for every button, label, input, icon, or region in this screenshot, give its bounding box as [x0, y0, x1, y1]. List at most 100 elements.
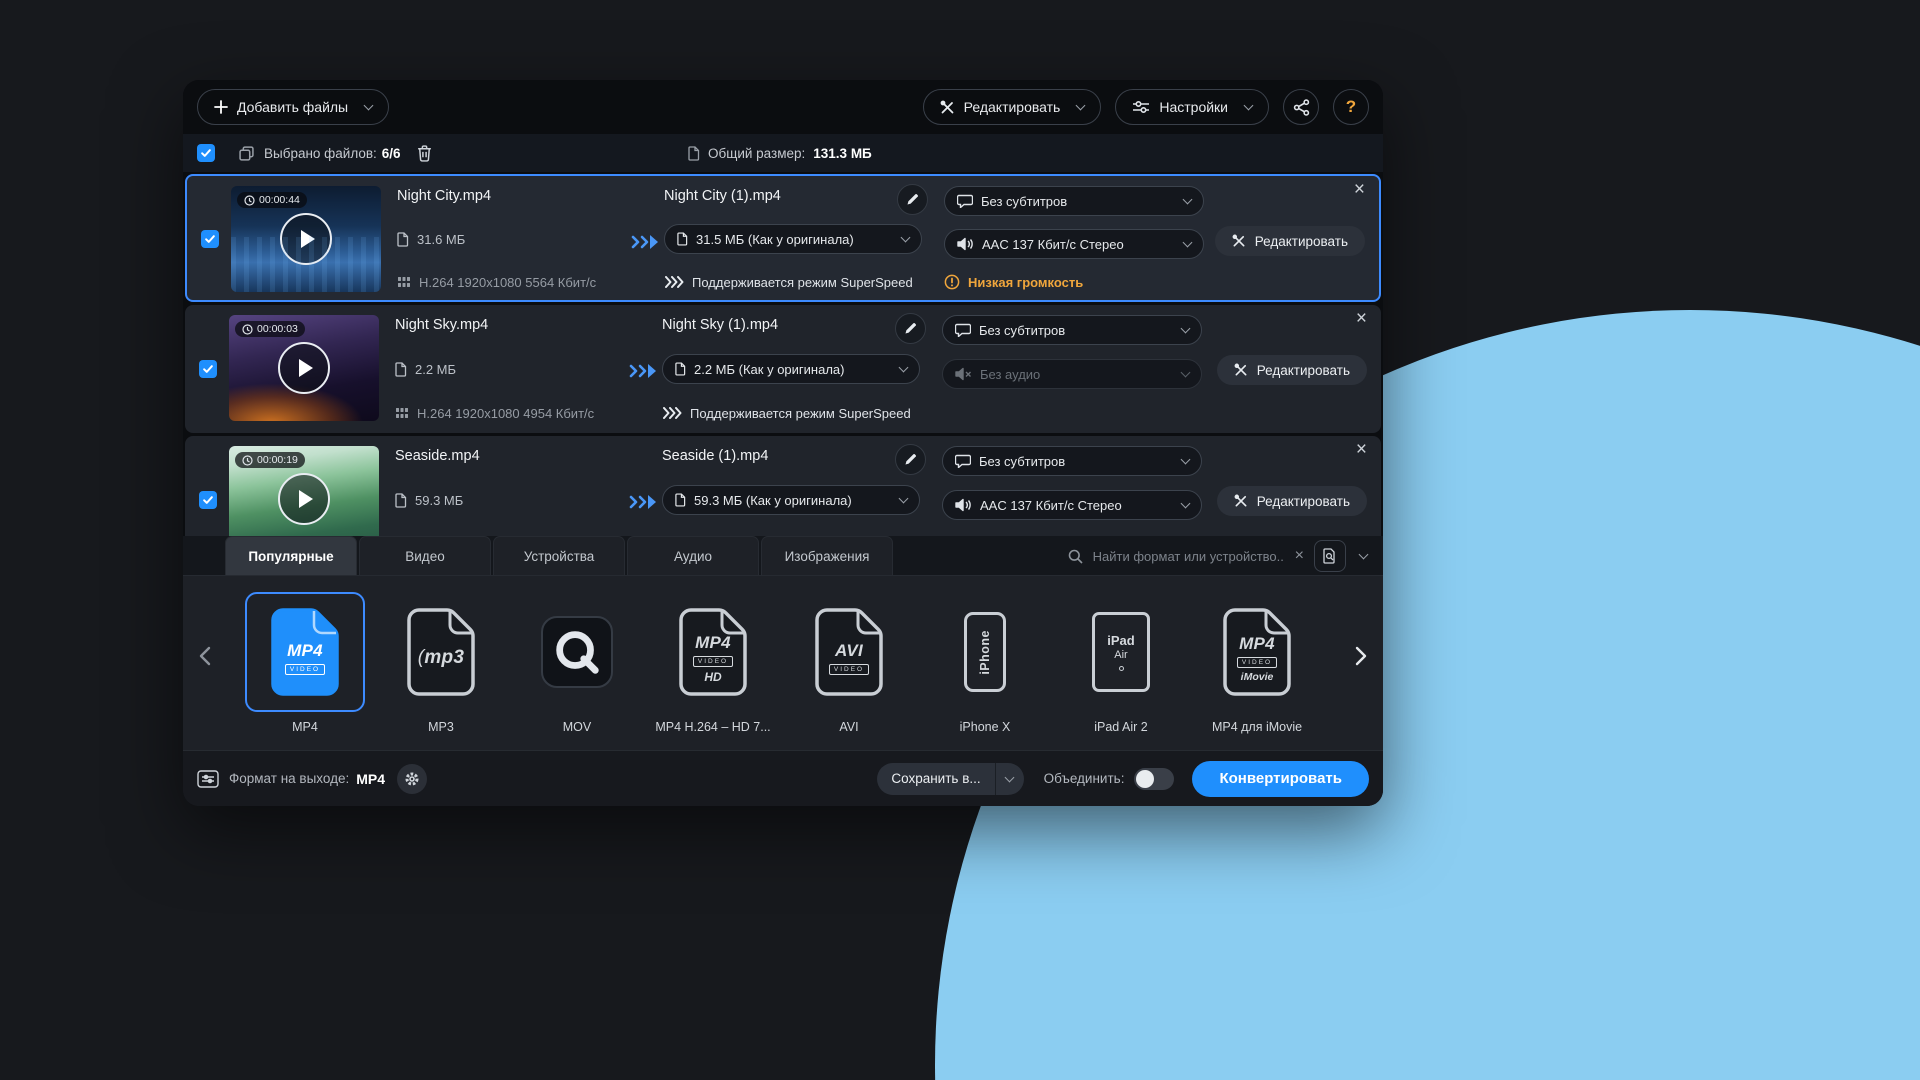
tab-video[interactable]: Видео [359, 536, 491, 575]
play-button[interactable] [278, 473, 330, 525]
edit-tools-icon [940, 100, 955, 115]
superspeed-note: Поддерживается режим SuperSpeed [662, 403, 936, 423]
clear-search-button[interactable]: × [1295, 548, 1304, 564]
mp4-hd-format-icon: MP4 VIDEO HD [675, 606, 751, 698]
tab-audio[interactable]: Аудио [627, 536, 759, 575]
chevron-down-icon [1180, 323, 1191, 334]
clock-icon [242, 454, 253, 466]
rename-button[interactable] [895, 444, 926, 475]
quicktime-icon [541, 616, 613, 688]
clock-icon [242, 323, 253, 335]
toolbar-right-group: Редактировать Настройки ? [922, 89, 1369, 125]
chevron-down-icon [363, 100, 374, 111]
share-button[interactable] [1283, 89, 1319, 125]
tab-images[interactable]: Изображения [761, 536, 893, 575]
help-button[interactable]: ? [1333, 89, 1369, 125]
remove-file-button[interactable]: × [1354, 180, 1365, 199]
delete-selected-button[interactable] [417, 144, 432, 162]
save-to-dropdown[interactable] [996, 763, 1024, 795]
carousel-left-button[interactable] [199, 646, 211, 666]
output-size-dropdown[interactable]: 2.2 МБ (Как у оригинала) [662, 354, 920, 384]
superspeed-icon [663, 407, 682, 419]
format-card-ipad-air-2[interactable]: iPad Air iPad Air 2 [1061, 592, 1181, 734]
pencil-icon [905, 323, 916, 334]
file-row[interactable]: 00:00:19 Seaside.mp4 59.3 МБ H.264 3840x… [185, 436, 1381, 536]
source-codec: H.264 1920x1080 4954 Кбит/с [395, 403, 625, 423]
duration-badge: 00:00:44 [237, 192, 307, 208]
file-checkbox[interactable] [199, 491, 217, 509]
files-stack-icon [239, 145, 254, 161]
source-size: 59.3 МБ [395, 490, 625, 510]
output-format-label: Формат на выходе: [229, 771, 350, 786]
video-thumbnail[interactable]: 00:00:44 [231, 186, 381, 292]
add-files-button[interactable]: Добавить файлы [197, 89, 390, 125]
select-all-checkbox[interactable] [197, 144, 215, 162]
chevron-down-icon [1358, 549, 1369, 560]
tab-devices[interactable]: Устройства [493, 536, 625, 575]
edit-file-button[interactable]: Редактировать [1216, 355, 1367, 385]
output-size-dropdown[interactable]: 31.5 МБ (Как у оригинала) [664, 224, 922, 254]
video-thumbnail[interactable]: 00:00:19 [229, 446, 379, 536]
format-card-mp4-imovie[interactable]: MP4 VIDEO iMovie MP4 для iMovie [1197, 592, 1317, 734]
audio-dropdown[interactable]: Без аудио [942, 359, 1202, 389]
format-card-mov[interactable]: MOV [517, 592, 637, 734]
rename-button[interactable] [897, 184, 928, 215]
format-card-mp3[interactable]: (mp3 MP3 [381, 592, 501, 734]
edit-tools-icon [1234, 494, 1247, 507]
carousel-right-button[interactable] [1355, 646, 1367, 666]
audio-dropdown[interactable]: AAC 137 Кбит/с Стерео [944, 229, 1204, 259]
file-checkbox[interactable] [201, 230, 219, 248]
format-card-avi[interactable]: AVI VIDEO AVI [789, 592, 909, 734]
format-card-mp4-hd[interactable]: MP4 VIDEO HD MP4 H.264 – HD 7... [653, 592, 773, 734]
collapse-panel-button[interactable] [1356, 549, 1371, 562]
tab-popular[interactable]: Популярные [225, 536, 357, 575]
audio-dropdown[interactable]: AAC 137 Кбит/с Стерео [942, 490, 1202, 520]
codec-icon [396, 408, 408, 418]
chevron-down-icon [1180, 498, 1191, 509]
subtitles-dropdown[interactable]: Без субтитров [944, 186, 1204, 216]
file-row[interactable]: 00:00:44 Night City.mp4 31.6 МБ H.264 19… [185, 174, 1381, 302]
save-to-label: Сохранить в... [891, 771, 981, 786]
chevron-down-icon [1180, 454, 1191, 465]
subtitles-icon [955, 323, 971, 337]
play-button[interactable] [278, 342, 330, 394]
subtitles-dropdown[interactable]: Без субтитров [942, 315, 1202, 345]
chevron-down-icon [900, 232, 911, 243]
browse-formats-button[interactable] [1314, 540, 1346, 572]
format-search-group: × [1068, 536, 1371, 576]
file-checkbox[interactable] [199, 360, 217, 378]
top-toolbar: Добавить файлы Редактировать Настройки ? [183, 80, 1383, 134]
format-card-mp4[interactable]: MP4 VIDEO MP4 [245, 592, 365, 734]
check-icon [203, 496, 213, 504]
edit-menu-label: Редактировать [963, 99, 1061, 115]
avi-format-icon: AVI VIDEO [811, 606, 887, 698]
check-icon [201, 149, 211, 157]
file-row[interactable]: 00:00:03 Night Sky.mp4 2.2 МБ H.264 1920… [185, 305, 1381, 433]
format-card-iphone-x[interactable]: iPhone iPhone X [925, 592, 1045, 734]
remove-file-button[interactable]: × [1356, 440, 1367, 459]
speaker-icon [957, 237, 973, 251]
audio-warning: Низкая громкость [944, 272, 1209, 292]
output-format-icon [197, 769, 219, 788]
file-icon [688, 145, 700, 161]
rename-button[interactable] [895, 313, 926, 344]
play-button[interactable] [280, 213, 332, 265]
format-search-input[interactable] [1092, 548, 1285, 564]
warning-icon [944, 274, 960, 290]
edit-file-button[interactable]: Редактировать [1216, 486, 1367, 516]
save-to-button[interactable]: Сохранить в... [877, 762, 1024, 795]
convert-button[interactable]: Конвертировать [1192, 760, 1369, 797]
format-settings-button[interactable] [397, 763, 428, 794]
output-size-dropdown[interactable]: 59.3 МБ (Как у оригинала) [662, 485, 920, 515]
remove-file-button[interactable]: × [1356, 309, 1367, 328]
selected-files-label: Выбрано файлов: [264, 145, 377, 161]
subtitles-dropdown[interactable]: Без субтитров [942, 446, 1202, 476]
file-icon [675, 362, 686, 376]
edit-menu-button[interactable]: Редактировать [922, 89, 1102, 125]
toggle-knob [1136, 769, 1155, 788]
source-size: 31.6 МБ [397, 229, 627, 249]
edit-file-button[interactable]: Редактировать [1214, 226, 1365, 256]
settings-menu-button[interactable]: Настройки [1115, 89, 1269, 125]
video-thumbnail[interactable]: 00:00:03 [229, 315, 379, 421]
merge-toggle[interactable] [1134, 767, 1175, 790]
